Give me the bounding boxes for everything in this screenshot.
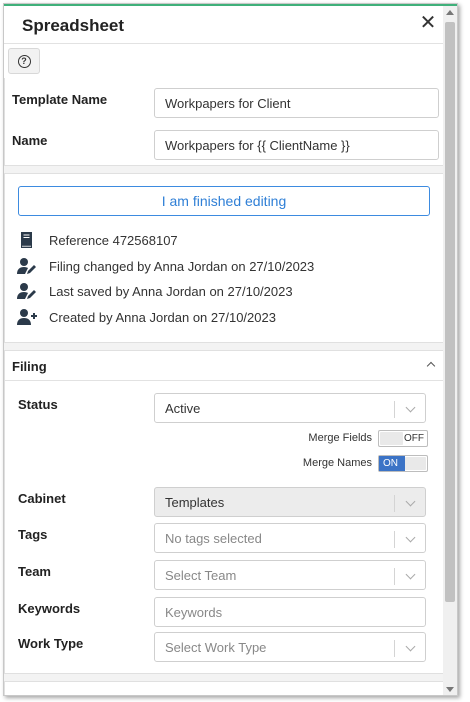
name-field[interactable]: Workpapers for {{ ClientName }} <box>154 130 439 160</box>
question-circle-icon: ? <box>17 54 31 68</box>
filing-section-header[interactable]: Filing <box>5 351 446 381</box>
chevron-down-icon[interactable] <box>405 569 416 580</box>
work-type-label: Work Type <box>18 636 84 651</box>
scroll-up-icon[interactable] <box>446 10 454 15</box>
work-type-placeholder: Select Work Type <box>165 639 267 655</box>
filing-changed-row: Filing changed by Anna Jordan on 27/10/2… <box>17 255 314 277</box>
merge-fields-label: Merge Fields <box>308 432 372 444</box>
status-value: Active <box>165 400 201 416</box>
team-label: Team <box>18 564 51 579</box>
chevron-down-icon[interactable] <box>405 532 416 543</box>
filing-section-title: Filing <box>12 359 47 374</box>
tags-placeholder: No tags selected <box>165 530 262 546</box>
select-separator <box>394 568 395 585</box>
created-row: Created by Anna Jordan on 27/10/2023 <box>17 306 276 328</box>
panel-content: Spreadsheet ✕ ? Template Name Workpapers… <box>4 6 446 695</box>
user-edit-icon <box>17 283 36 299</box>
close-icon[interactable]: ✕ <box>417 12 439 34</box>
tags-label: Tags <box>18 527 48 542</box>
merge-names-label: Merge Names <box>302 457 372 469</box>
panel-header: Spreadsheet ✕ <box>4 6 445 44</box>
scrollbar-thumb[interactable] <box>445 22 455 602</box>
vertical-scrollbar[interactable] <box>443 6 457 695</box>
work-type-select[interactable]: Select Work Type <box>154 632 426 662</box>
scroll-down-icon[interactable] <box>446 687 454 692</box>
select-separator <box>394 495 395 512</box>
cabinet-value: Templates <box>165 494 225 510</box>
user-plus-icon <box>17 309 37 325</box>
toolbar: ? <box>4 44 445 78</box>
finish-editing-button[interactable]: I am finished editing <box>18 186 430 216</box>
reference-text: Reference 472568107 <box>49 232 178 248</box>
chevron-down-icon <box>405 496 416 507</box>
toggle-knob <box>380 431 403 445</box>
spreadsheet-panel: Spreadsheet ✕ ? Template Name Workpapers… <box>3 3 458 696</box>
chevron-down-icon[interactable] <box>405 641 416 652</box>
cabinet-select: Templates <box>154 487 426 517</box>
last-saved-row: Last saved by Anna Jordan on 27/10/2023 <box>17 280 293 302</box>
created-text: Created by Anna Jordan on 27/10/2023 <box>49 309 276 325</box>
filing-section: Filing Status Active Merge Fields OFF Me… <box>4 350 446 674</box>
select-separator <box>394 640 395 657</box>
chevron-up-icon[interactable] <box>426 361 436 371</box>
next-section-header[interactable] <box>4 681 445 695</box>
panel-title: Spreadsheet <box>22 16 125 35</box>
select-separator <box>394 531 395 548</box>
name-label: Name <box>12 133 48 148</box>
merge-names-toggle[interactable]: ON <box>378 454 428 472</box>
merge-fields-state: OFF <box>404 432 424 444</box>
cabinet-label: Cabinet <box>18 491 66 506</box>
merge-fields-toggle[interactable]: OFF <box>378 429 428 447</box>
template-name-label: Template Name <box>12 92 108 107</box>
merge-names-state: ON <box>383 457 398 469</box>
keywords-label: Keywords <box>18 601 81 616</box>
team-placeholder: Select Team <box>165 567 237 583</box>
book-icon <box>21 232 32 248</box>
chevron-down-icon[interactable] <box>405 402 416 413</box>
info-card: I am finished editing Reference 47256810… <box>4 173 445 343</box>
template-name-field[interactable]: Workpapers for Client <box>154 88 439 118</box>
status-label: Status <box>18 397 58 412</box>
merge-names-row: Merge Names ON <box>303 454 428 472</box>
status-select[interactable]: Active <box>154 393 426 423</box>
user-edit-icon <box>17 258 36 274</box>
last-saved-text: Last saved by Anna Jordan on 27/10/2023 <box>49 283 293 299</box>
select-separator <box>394 401 395 418</box>
merge-fields-row: Merge Fields OFF <box>308 429 428 447</box>
team-select[interactable]: Select Team <box>154 560 426 590</box>
reference-row: Reference 472568107 <box>17 229 178 251</box>
keywords-field[interactable]: Keywords <box>154 597 426 627</box>
toggle-knob <box>405 456 426 470</box>
tags-select[interactable]: No tags selected <box>154 523 426 553</box>
filing-changed-text: Filing changed by Anna Jordan on 27/10/2… <box>49 258 315 274</box>
names-card: Template Name Workpapers for Client Name… <box>4 78 445 166</box>
help-button[interactable]: ? <box>8 48 40 74</box>
